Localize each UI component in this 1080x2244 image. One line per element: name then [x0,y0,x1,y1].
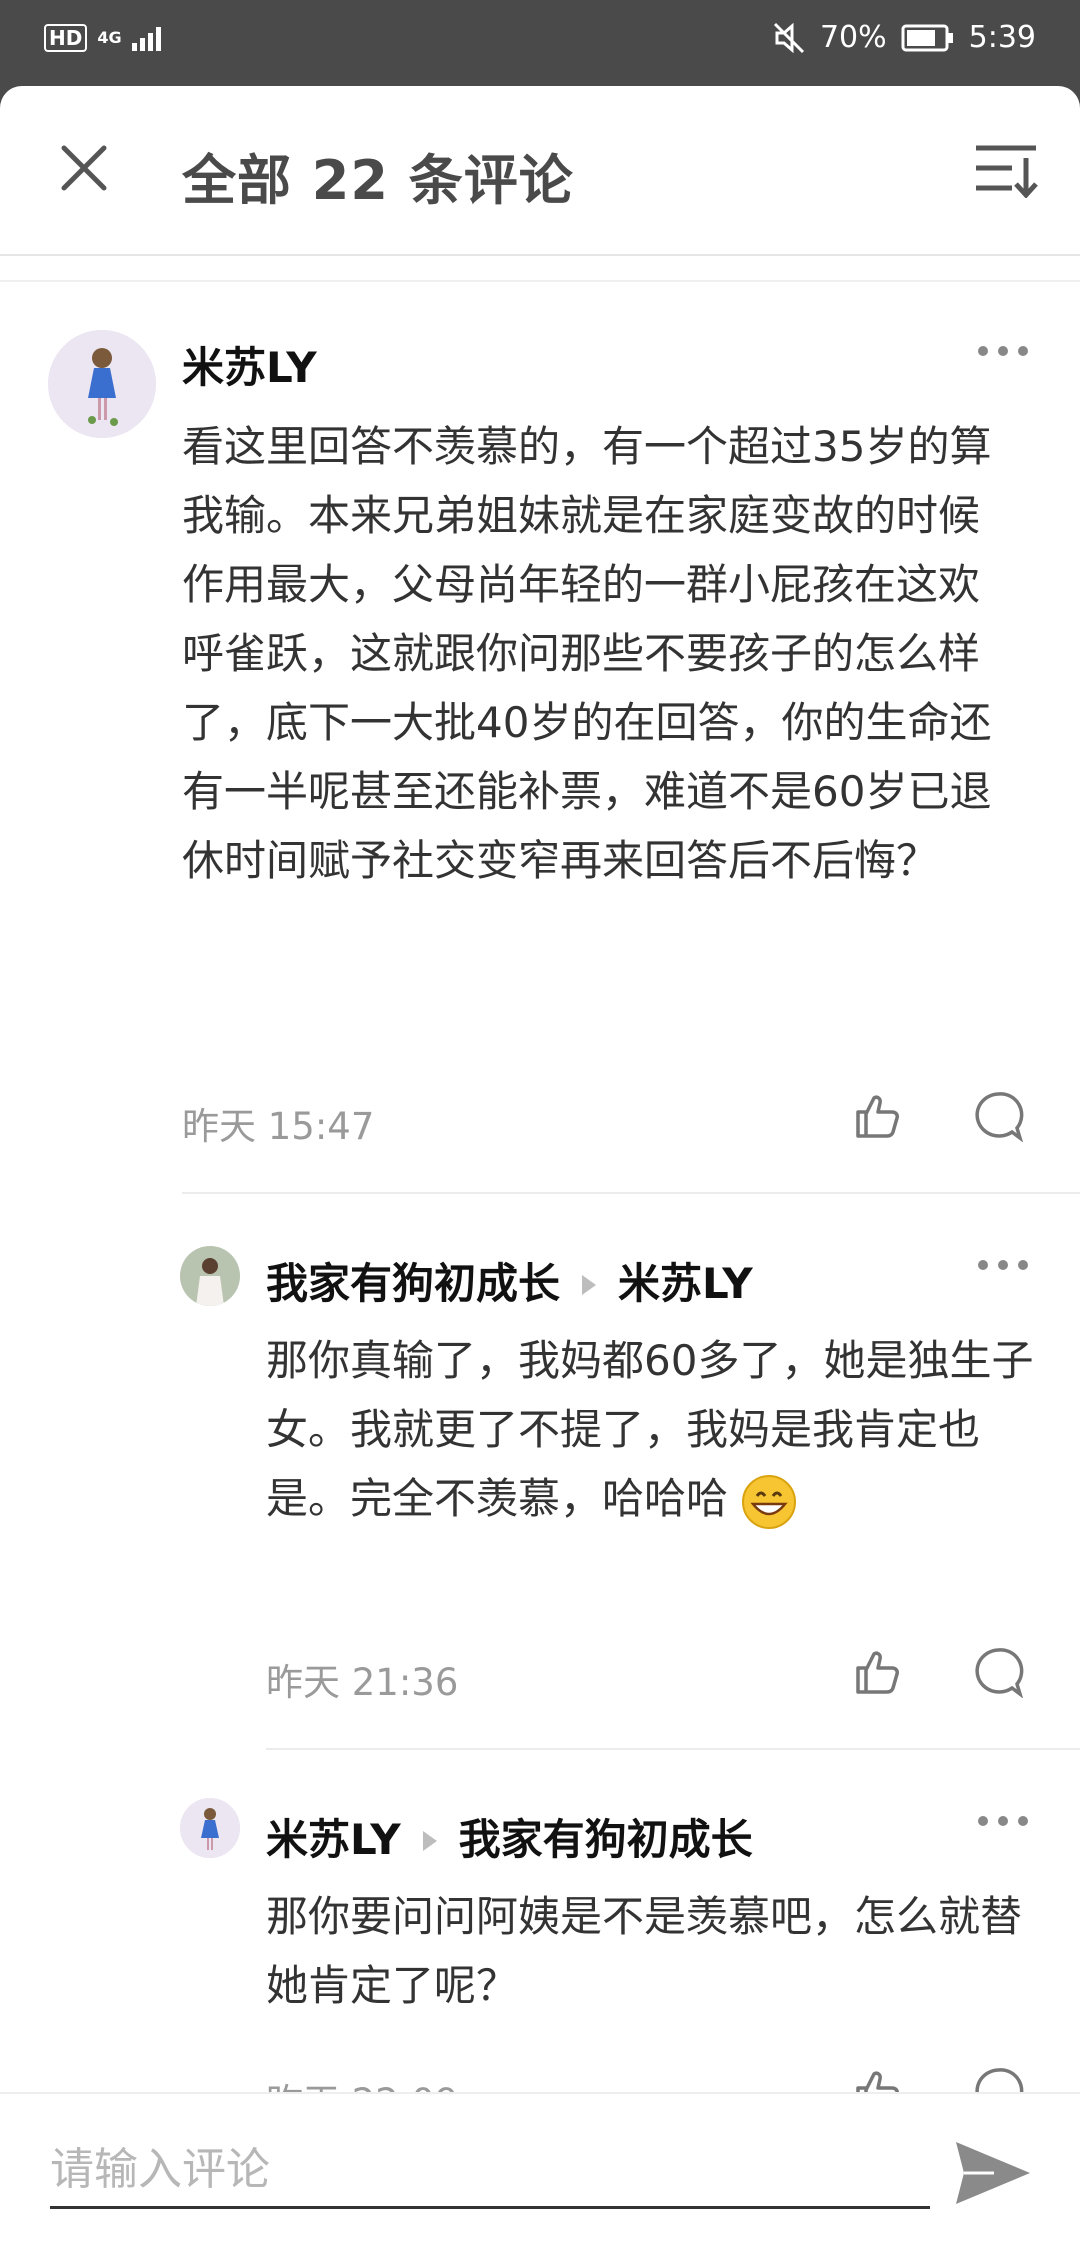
more-icon[interactable] [978,346,1028,360]
comments-title: 全部 22 条评论 [182,149,574,212]
header-divider [0,280,1080,282]
comment-author[interactable]: 我家有狗初成长 [266,1259,560,1308]
reply-arrow-icon [582,1274,597,1295]
avatar[interactable] [48,330,156,438]
sort-icon[interactable] [974,140,1038,198]
reply-icon[interactable] [972,1090,1024,1142]
close-icon[interactable] [56,140,112,196]
like-icon[interactable] [852,1646,904,1698]
reply-target[interactable]: 我家有狗初成长 [459,1815,753,1864]
reply-icon[interactable] [972,1646,1024,1698]
grinning-face-emoji [742,1474,797,1529]
avatar[interactable] [180,1246,240,1306]
comment-text-block: 那你真输了，我妈都60多了，她是独生子女。我就更了不提了，我妈是我肯定也是。完全… [266,1326,1046,1533]
clock: 5:39 [968,20,1036,55]
comments-header: 全部 22 条评论 [0,86,1080,256]
comment-time: 昨天 21:36 [266,1661,459,1704]
network-type: 4G [97,28,122,47]
more-icon[interactable] [978,1816,1028,1830]
status-right: 70% 5:39 [772,20,1036,55]
comment-time: 昨天 15:47 [182,1105,375,1148]
comment-divider [182,1192,1080,1194]
battery-percent: 70% [819,20,887,55]
comment-divider [266,1748,1080,1750]
signal-icon [131,25,161,51]
reply-arrow-icon [422,1830,437,1851]
status-bar: HD 4G 70% 5:39 [0,0,1080,86]
comment-input[interactable]: 请输入评论 [50,2140,930,2209]
comment-author-line: 米苏LY 我家有狗初成长 [266,1806,753,1867]
more-icon[interactable] [978,1260,1028,1274]
comment-text: 看这里回答不羡慕的，有一个超过35岁的算我输。本来兄弟姐妹就是在家庭变故的时候作… [182,422,992,885]
comment-author[interactable]: 米苏LY [266,1815,401,1864]
mute-icon [772,21,806,55]
comment-author[interactable]: 米苏LY [182,334,317,395]
send-icon[interactable] [954,2138,1032,2208]
comment-input-bar: 请输入评论 [0,2092,1080,2244]
like-icon[interactable] [852,1090,904,1142]
status-left: HD 4G [44,24,161,52]
comments-sheet: 全部 22 条评论 米苏LY 看这里回答不羡慕的，有一个超过35岁的算我输。本来… [0,86,1080,2244]
avatar[interactable] [180,1798,240,1858]
comment-author-line: 我家有狗初成长 米苏LY [266,1250,753,1311]
battery-icon [901,23,955,53]
hd-indicator: HD [44,24,88,52]
comment-text: 那你要问问阿姨是不是羡慕吧，怎么就替她肯定了呢？ [266,1892,1023,2010]
reply-target[interactable]: 米苏LY [618,1259,753,1308]
comment-text: 那你真输了，我妈都60多了，她是独生子女。我就更了不提了，我妈是我肯定也是。完全… [266,1336,1034,1523]
